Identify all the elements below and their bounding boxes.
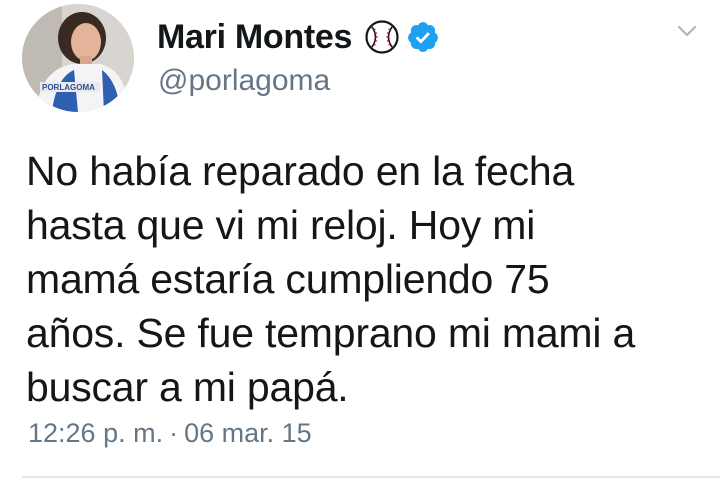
author-handle[interactable]: @porlagoma [158,64,330,98]
tweet-time: 12:26 p. m. [28,418,164,448]
avatar[interactable]: PORLAGOMA [22,4,134,112]
divider [22,476,720,478]
tweet-text: No había reparado en la fecha hasta que … [26,148,636,410]
chevron-down-icon[interactable] [676,22,698,40]
avatar-photo: PORLAGOMA [22,4,134,112]
avatar-jersey-text: PORLAGOMA [42,83,95,92]
verified-icon [406,20,440,54]
tweet-card: PORLAGOMA Mari Montes @porlagoma No habí [0,0,720,482]
author-name-row: Mari Montes [157,14,440,60]
display-name[interactable]: Mari Montes [157,18,352,57]
meta-separator: · [169,418,179,448]
tweet-date: 06 mar. 15 [184,418,312,448]
baseball-icon [364,19,400,55]
tweet-timestamp[interactable]: 12:26 p. m. · 06 mar. 15 [28,418,312,449]
